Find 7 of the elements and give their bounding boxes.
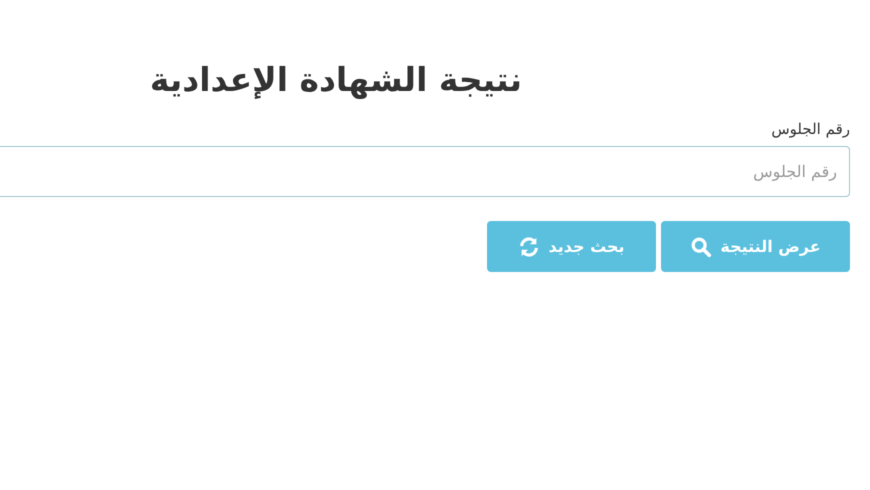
show-result-button[interactable]: عرض النتيجة [661, 221, 850, 272]
field-label: رقم الجلوس [771, 120, 850, 138]
page-title: نتيجة الشهادة الإعدادية [148, 60, 522, 100]
new-search-button[interactable]: بحث جديد [487, 221, 656, 272]
input-field[interactable]: رقم الجلوس [0, 146, 850, 198]
refresh-icon [518, 236, 540, 258]
search-icon [690, 236, 712, 258]
